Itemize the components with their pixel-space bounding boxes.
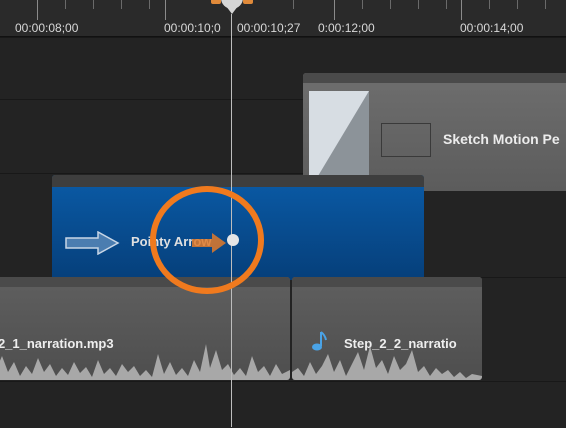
sketch-motion-clip[interactable]: Sketch Motion Pe [303,73,566,191]
clip-thumbnail-frame [381,123,431,157]
ruler-label: 00:00:08;00 [15,21,79,35]
ruler-label: 00:00:14;00 [460,21,524,35]
audio-clip-narration-2[interactable]: Step_2_2_narratio [292,277,482,380]
clip-header-bar [303,73,566,83]
ruler-tick [165,0,166,20]
ruler-tick [93,0,94,9]
track-row [0,381,566,428]
playhead-handle-icon[interactable] [209,0,255,14]
highlight-circle-annotation [148,185,266,295]
ruler-tick [461,0,462,20]
audio-waveform [292,346,482,380]
audio-waveform [0,344,290,380]
clip-header-bar [292,277,482,287]
ruler-label: 00:00:10;0 [164,21,221,35]
ruler-tick [65,0,66,9]
ruler-tick [489,0,490,9]
timeline-ruler[interactable]: 00:00:08;00 00:00:10;0 00:00:10;27 0:00:… [0,0,566,37]
ruler-tick [121,0,122,9]
playhead-time-label: 00:00:10;27 [237,21,301,35]
arrow-shape-icon [64,230,120,260]
ruler-tick [293,0,294,9]
ruler-tick [418,0,419,9]
ruler-label: 0:00:12;00 [318,21,375,35]
ruler-tick [37,0,38,20]
ruler-tick [390,0,391,9]
clip-label: Sketch Motion Pe [443,131,560,147]
ruler-tick [149,0,150,9]
ruler-tick [362,0,363,9]
ruler-tick [446,0,447,9]
ruler-tick [334,0,335,20]
ruler-tick [517,0,518,9]
ruler-tick [545,0,546,9]
